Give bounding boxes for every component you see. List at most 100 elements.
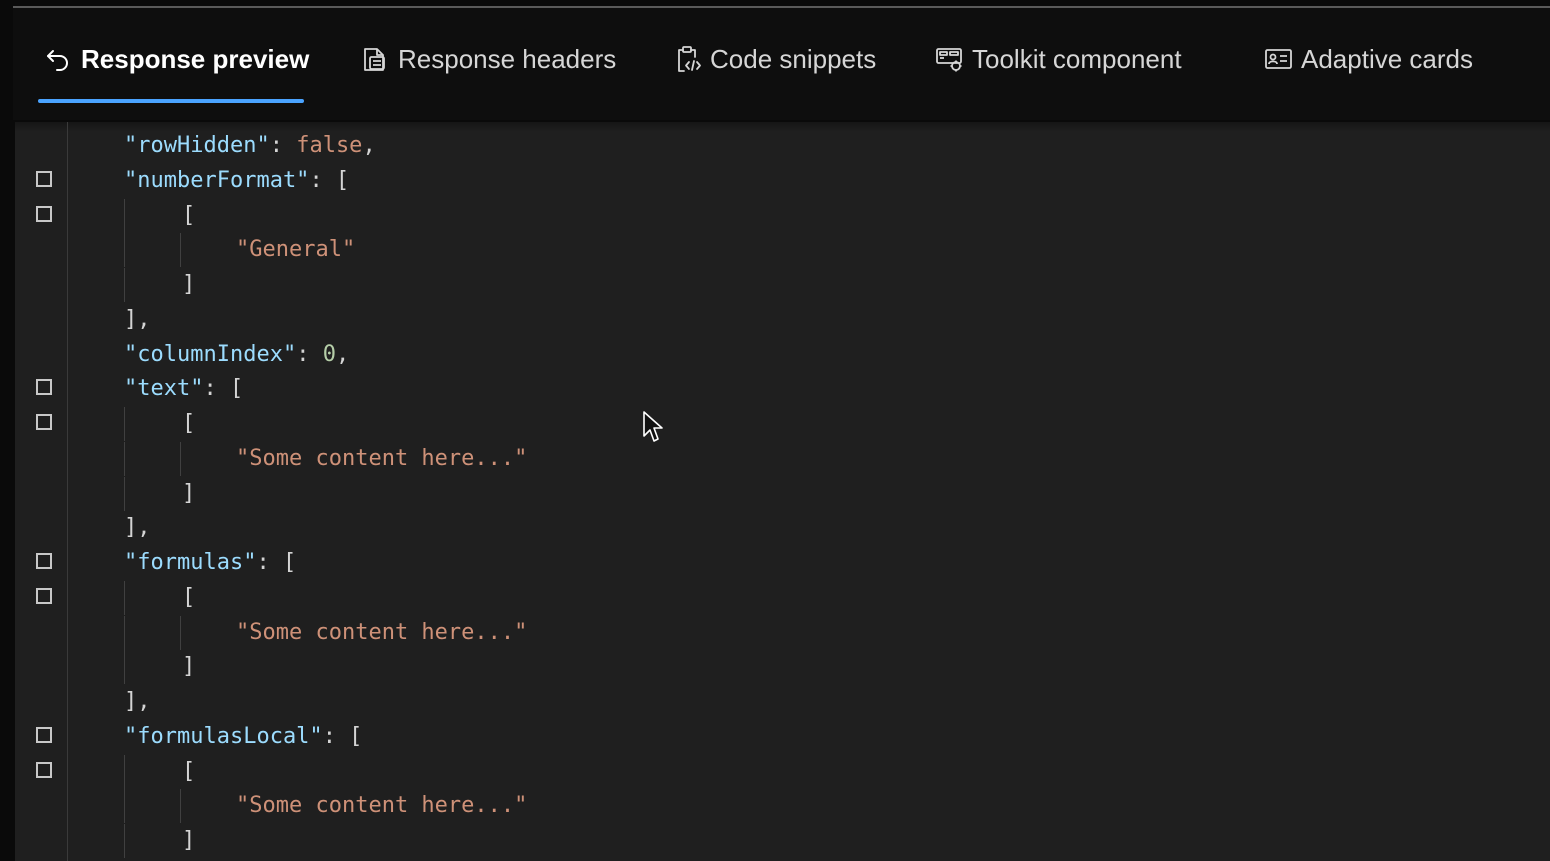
code-text: "General" (236, 233, 355, 267)
code-token: "Some content here..." (236, 445, 528, 471)
tab-response-headers[interactable]: Response headers (360, 38, 616, 80)
tab-label: Response headers (398, 43, 617, 74)
code-line: ], (15, 511, 1550, 545)
code-token: "numberFormat" (124, 167, 310, 193)
fold-toggle-button[interactable] (36, 761, 52, 778)
code-line: ] (15, 824, 1550, 858)
tab-toolkit-component[interactable]: Toolkit component (934, 38, 1182, 80)
code-token: , (335, 341, 350, 367)
code-token: "columnIndex" (124, 341, 297, 367)
code-line: "formulas": [ (15, 546, 1550, 580)
active-tab-indicator (38, 99, 304, 103)
code-text: "formulas": [ (124, 546, 296, 580)
code-token: : [ (309, 167, 350, 193)
code-token: "text" (124, 376, 204, 402)
code-text: ] (182, 268, 195, 302)
code-text: [ (182, 581, 195, 615)
indent-guide (124, 650, 125, 685)
code-token: [ (182, 584, 196, 610)
code-text: "columnIndex": 0, (124, 338, 349, 372)
code-line: [ (15, 198, 1550, 233)
indent-guide (124, 789, 125, 824)
code-text: "numberFormat": [ (124, 164, 349, 198)
code-token: : (296, 341, 323, 367)
fold-toggle-button[interactable] (36, 170, 52, 187)
code-line: [ (15, 754, 1550, 789)
code-text: "formulasLocal": [ (124, 720, 362, 754)
tab-response-preview[interactable]: Response preview (43, 38, 309, 80)
indent-guide (124, 615, 125, 650)
code-token: "Some content here..." (236, 619, 528, 645)
code-line: ], (15, 303, 1550, 337)
code-token: "rowHidden" (124, 133, 270, 158)
code-token: false (296, 133, 363, 158)
indent-guide (180, 615, 181, 650)
tab-adaptive-cards[interactable]: Adaptive cards (1263, 38, 1473, 80)
code-line: [ (15, 580, 1550, 615)
code-token: : [ (203, 376, 244, 402)
indent-guide (124, 407, 125, 441)
tab-label: Adaptive cards (1301, 43, 1473, 74)
code-text: "Some content here..." (236, 789, 527, 823)
indent-guide (124, 476, 125, 511)
indent-guide (124, 580, 125, 615)
code-line: "columnIndex": 0, (15, 338, 1550, 372)
code-line: "rowHidden": false, (15, 129, 1550, 163)
tab-code-snippets[interactable]: Code snippets (672, 38, 876, 80)
fold-toggle-button[interactable] (36, 553, 52, 569)
code-line: ] (15, 268, 1550, 302)
fold-toggle-button[interactable] (36, 379, 52, 396)
component-gear-icon (934, 44, 964, 74)
code-text: ], (124, 685, 151, 719)
code-line: "General" (15, 233, 1550, 268)
indent-guide (180, 233, 181, 268)
indent-guide (124, 441, 125, 476)
code-text: [ (182, 755, 195, 789)
code-line: "Some content here..." (15, 615, 1550, 650)
fold-toggle-button[interactable] (36, 414, 52, 430)
code-token: [ (182, 202, 196, 228)
code-token: "Some content here..." (236, 793, 528, 819)
indent-guide (124, 268, 125, 302)
json-response-viewer[interactable]: "rowHidden": false, "numberFormat": [["Ge… (15, 122, 1550, 861)
tab-label: Code snippets (710, 43, 877, 74)
code-text: [ (182, 407, 195, 441)
code-token: ], (124, 515, 151, 541)
fold-toggle-button[interactable] (36, 726, 52, 743)
fold-toggle-button[interactable] (36, 205, 52, 222)
code-line: "numberFormat": [ (15, 164, 1550, 198)
code-text: ], (124, 511, 151, 545)
indent-guide (180, 441, 181, 476)
code-token: [ (182, 411, 196, 436)
code-text: ], (124, 303, 151, 337)
code-token: ] (182, 480, 196, 506)
code-token: ] (182, 272, 196, 297)
code-token: "formulasLocal" (124, 723, 323, 749)
code-line: "text": [ (15, 372, 1550, 406)
clipboard-code-icon (672, 44, 702, 74)
code-text: ] (182, 650, 195, 684)
tab-label: Response preview (81, 43, 310, 74)
code-text: "Some content here..." (236, 616, 527, 650)
fold-toggle-button[interactable] (36, 587, 52, 604)
code-token: : (269, 133, 297, 158)
code-token: ], (124, 689, 151, 714)
code-line: ] (15, 476, 1550, 511)
code-line: ], (15, 685, 1550, 719)
code-token: "formulas" (124, 550, 257, 575)
tab-bar: Response preview Response headers Code s… (13, 8, 1550, 120)
code-token: : [ (256, 550, 297, 575)
indent-guide (180, 789, 181, 824)
code-token: "General" (236, 237, 356, 263)
code-line: ] (15, 650, 1550, 685)
code-text: "rowHidden": false, (124, 129, 376, 163)
indent-guide (124, 233, 125, 268)
code-token: , (362, 133, 376, 158)
code-text: [ (182, 199, 195, 233)
code-text: ] (182, 477, 195, 511)
code-token: [ (182, 758, 196, 784)
tab-label: Toolkit component (972, 43, 1182, 74)
code-text: "text": [ (124, 372, 243, 406)
document-list-icon (360, 44, 390, 74)
contact-card-icon (1263, 44, 1293, 74)
